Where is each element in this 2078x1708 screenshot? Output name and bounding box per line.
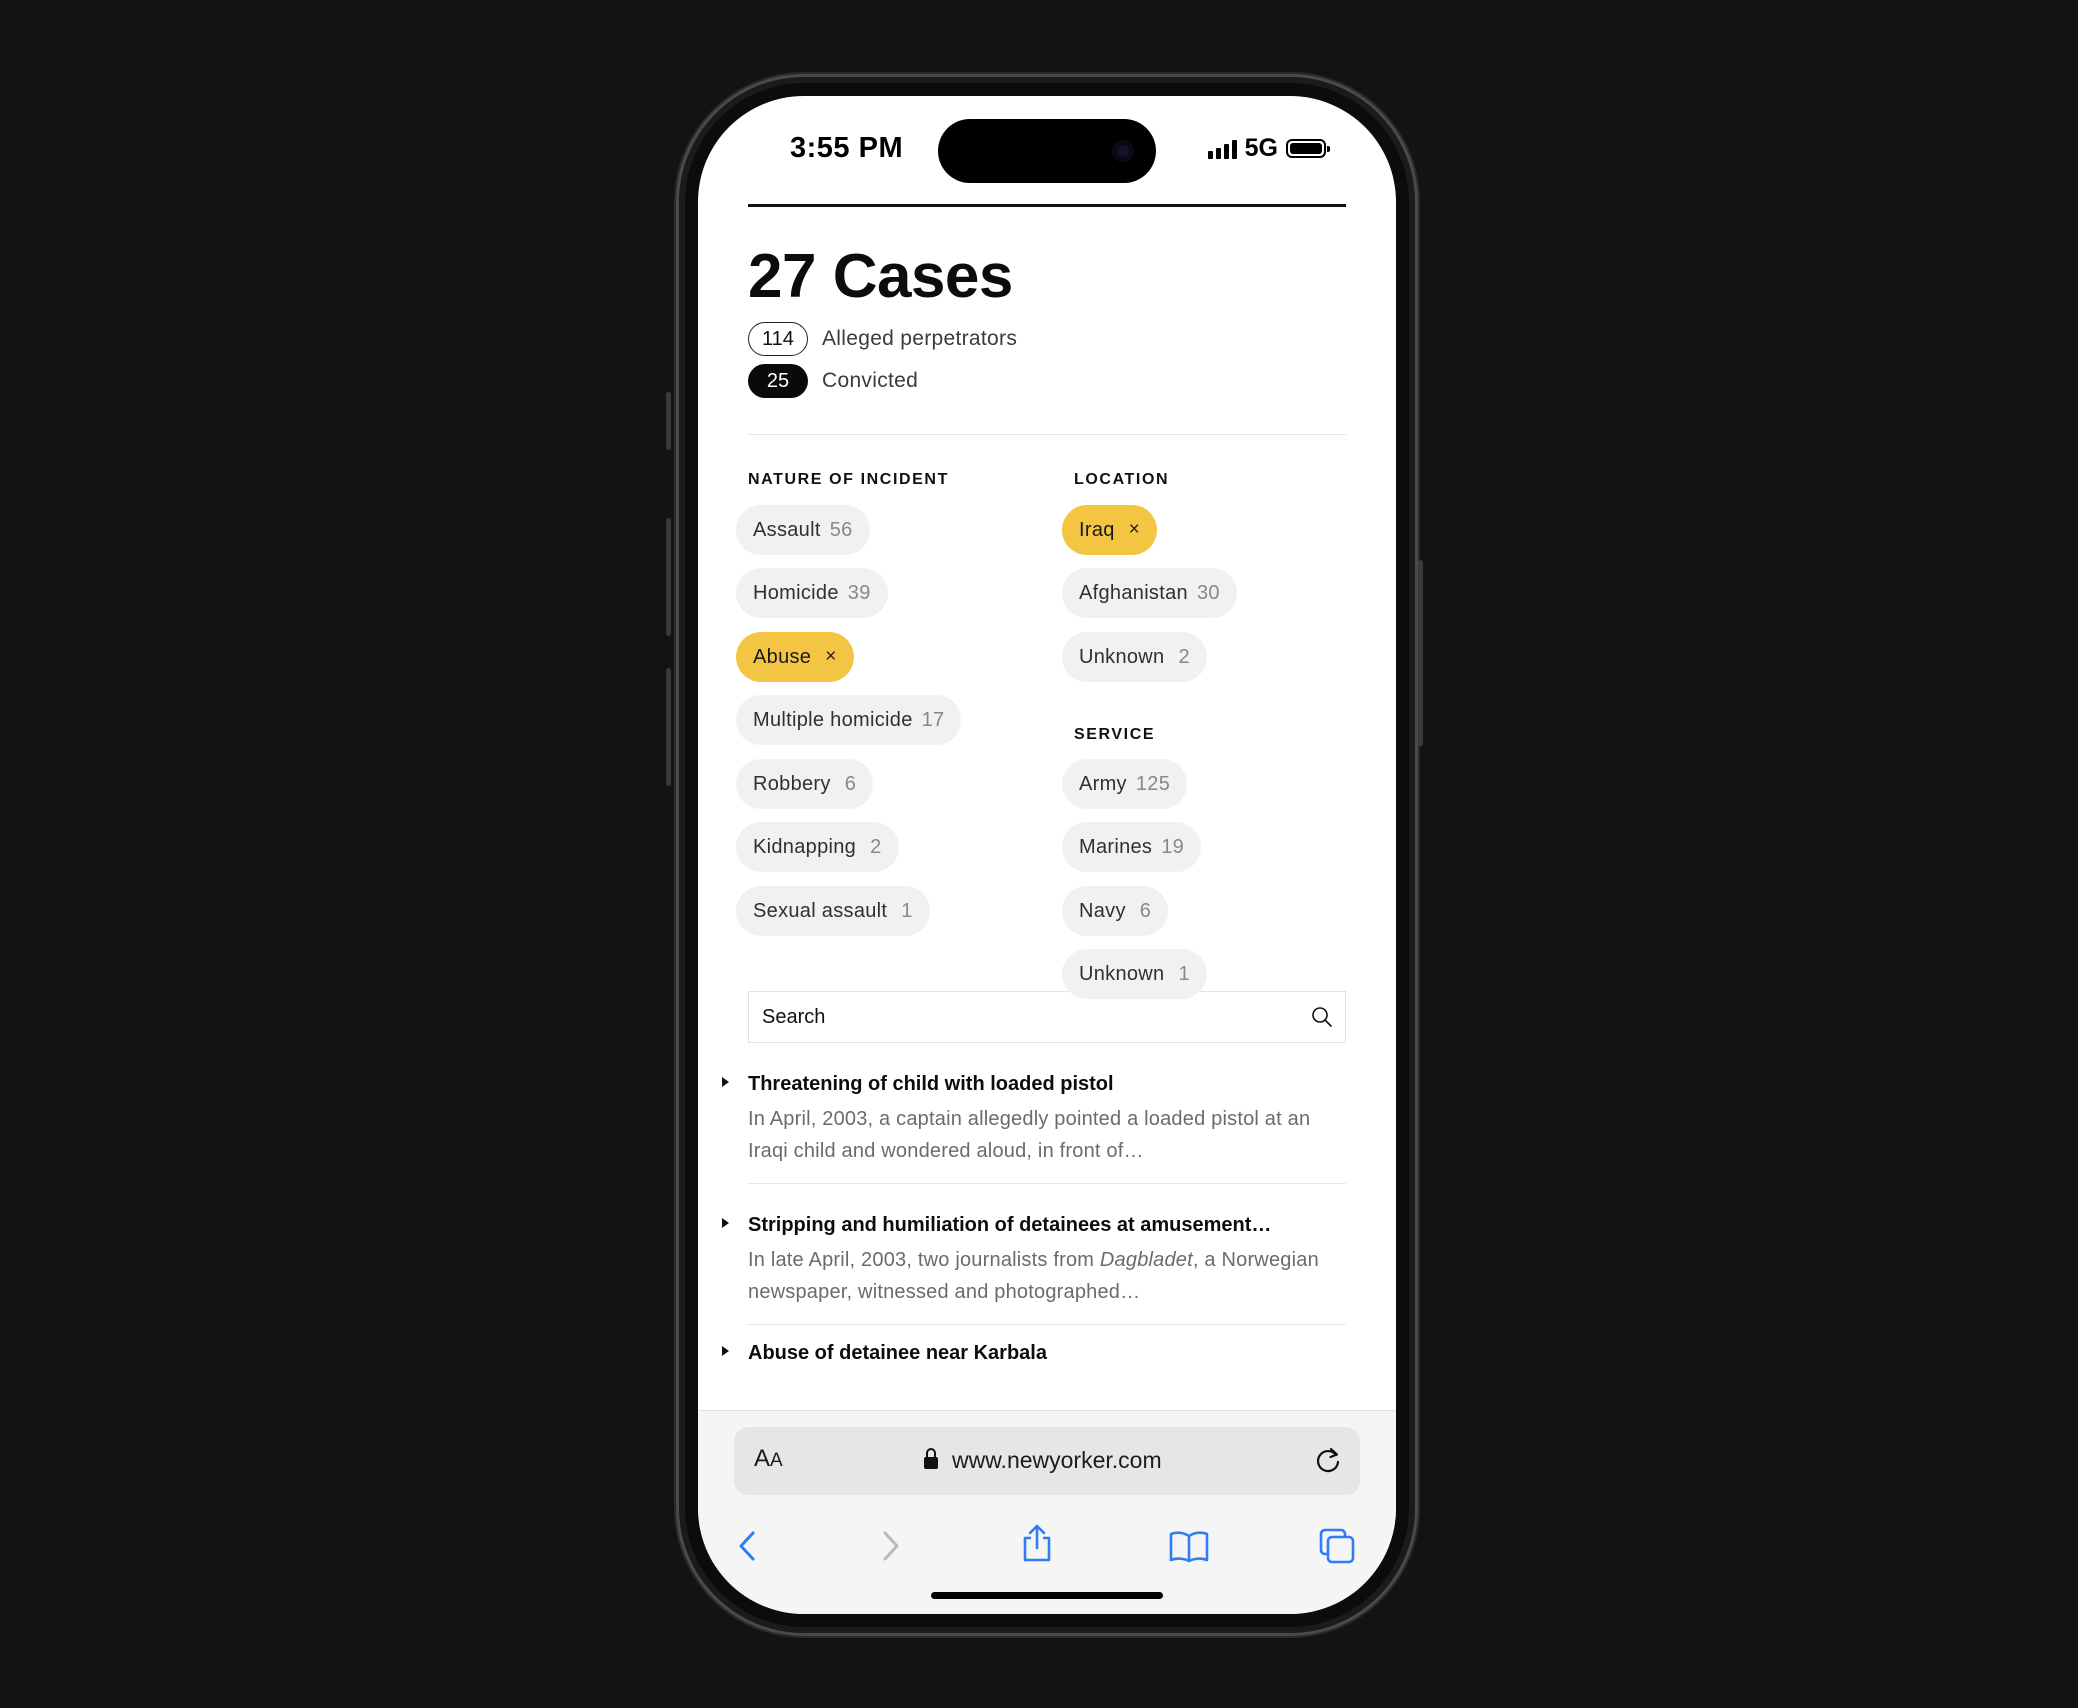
search-input[interactable]	[762, 1005, 1242, 1029]
chip-label: Homicide	[753, 581, 839, 604]
chip-count: 17	[921, 708, 945, 731]
url-text: www.newyorker.com	[952, 1447, 1162, 1473]
chip-marines[interactable]: Marines 19	[1062, 822, 1202, 872]
volume-down-button	[666, 668, 671, 786]
browser-chrome: AA www.newyorker.com	[698, 1410, 1396, 1614]
network-label: 5G	[1244, 134, 1278, 162]
dynamic-island	[938, 119, 1156, 183]
chip-count: 6	[844, 772, 857, 795]
text-size-button[interactable]: AA	[754, 1445, 783, 1473]
status-time: 3:55 PM	[790, 132, 904, 164]
share-icon[interactable]	[1020, 1523, 1054, 1563]
chip-label: Robbery	[753, 772, 831, 795]
address-bar[interactable]: AA www.newyorker.com	[734, 1427, 1360, 1495]
chip-label: Army	[1079, 772, 1127, 795]
chip-label: Iraq	[1079, 518, 1115, 541]
chip-count: 125	[1135, 772, 1171, 795]
chip-count: 2	[1178, 645, 1190, 668]
phone-screen: 3:55 PM 5G 27 Cases 114 Alleged perpetra…	[698, 96, 1396, 1614]
chip-count: 39	[847, 581, 871, 604]
chip-label: Unknown	[1079, 962, 1165, 985]
chip-count: 6	[1139, 899, 1152, 922]
case-title[interactable]: Abuse of detainee near Karbala	[748, 1340, 1346, 1366]
chip-location-unknown[interactable]: Unknown 2	[1062, 632, 1207, 682]
chip-count: 2	[870, 835, 882, 858]
chip-count: 19	[1161, 835, 1185, 858]
case-description: In April, 2003, a captain allegedly poin…	[748, 1108, 1311, 1162]
search-box	[748, 991, 1346, 1043]
case-title[interactable]: Stripping and humiliation of detainees a…	[748, 1212, 1346, 1238]
home-indicator	[931, 1592, 1163, 1599]
chip-count: 30	[1196, 581, 1220, 604]
chip-label: Unknown	[1079, 645, 1165, 668]
convicted-count-badge: 25	[748, 364, 808, 398]
stat-convicted: 25 Convicted	[748, 363, 1346, 399]
chip-label: Kidnapping	[753, 835, 857, 858]
case-item[interactable]: Threatening of child with loaded pistol …	[722, 1043, 1346, 1184]
nature-heading: NATURE OF INCIDENT	[748, 471, 949, 488]
alleged-label: Alleged perpetrators	[822, 327, 1018, 350]
back-icon[interactable]	[736, 1529, 760, 1563]
reload-icon[interactable]	[1314, 1446, 1342, 1476]
chip-sexual-assault[interactable]: Sexual assault 1	[736, 886, 930, 936]
tabs-icon[interactable]	[1318, 1527, 1356, 1565]
case-item[interactable]: Stripping and humiliation of detainees a…	[722, 1184, 1346, 1325]
chip-kidnapping[interactable]: Kidnapping 2	[736, 822, 899, 872]
search-icon[interactable]	[1311, 1006, 1333, 1028]
expand-arrow-icon[interactable]	[722, 1346, 729, 1356]
chip-label: Afghanistan	[1079, 581, 1188, 604]
convicted-label: Convicted	[822, 369, 919, 392]
chip-label: Multiple homicide	[753, 708, 913, 731]
chip-afghanistan[interactable]: Afghanistan 30	[1062, 568, 1237, 618]
service-heading: SERVICE	[1074, 726, 1156, 743]
chip-label: Abuse	[753, 645, 812, 668]
chip-service-unknown[interactable]: Unknown 1	[1062, 949, 1207, 999]
case-item[interactable]: Abuse of detainee near Karbala	[722, 1325, 1346, 1382]
bookmarks-icon[interactable]	[1168, 1529, 1210, 1563]
chip-count: 56	[829, 518, 853, 541]
action-button	[666, 392, 671, 450]
status-indicators: 5G	[1207, 134, 1330, 163]
chip-label: Assault	[753, 518, 821, 541]
chip-count: 1	[1178, 962, 1190, 985]
location-heading: LOCATION	[1074, 471, 1170, 488]
chip-count: 1	[901, 899, 913, 922]
chip-robbery[interactable]: Robbery 6	[736, 759, 874, 809]
battery-icon	[1286, 139, 1330, 158]
stat-alleged: 114 Alleged perpetrators	[748, 321, 1346, 357]
chip-multiple-homicide[interactable]: Multiple homicide 17	[736, 695, 962, 745]
chip-label: Marines	[1079, 835, 1153, 858]
chip-navy[interactable]: Navy 6	[1062, 886, 1169, 936]
expand-arrow-icon[interactable]	[722, 1218, 729, 1228]
top-rule	[748, 204, 1346, 207]
page-title: 27 Cases	[748, 242, 1013, 311]
chip-assault[interactable]: Assault 56	[736, 505, 870, 555]
case-description: In late April, 2003, two journalists fro…	[748, 1249, 1319, 1303]
alleged-count-badge: 114	[748, 322, 808, 356]
chip-label: Sexual assault	[753, 899, 888, 922]
expand-arrow-icon[interactable]	[722, 1077, 729, 1087]
filters-panel: NATURE OF INCIDENT Assault 56 Homicide 3…	[736, 435, 1346, 999]
chip-label: Navy	[1079, 899, 1126, 922]
remove-filter-icon[interactable]: ×	[825, 646, 836, 668]
volume-up-button	[666, 518, 671, 636]
camera-icon	[1112, 140, 1134, 162]
chip-army[interactable]: Army 125	[1062, 759, 1188, 809]
forward-icon[interactable]	[878, 1529, 902, 1563]
chip-abuse[interactable]: Abuse ×	[736, 632, 854, 682]
page-content: 27 Cases 114 Alleged perpetrators 25 Con…	[722, 204, 1346, 1382]
lock-icon	[924, 1448, 938, 1469]
remove-filter-icon[interactable]: ×	[1129, 519, 1140, 541]
url-display[interactable]: www.newyorker.com	[924, 1447, 1162, 1474]
power-button	[1418, 560, 1423, 746]
signal-icon	[1207, 139, 1237, 159]
case-title[interactable]: Threatening of child with loaded pistol	[748, 1071, 1346, 1097]
chip-iraq[interactable]: Iraq ×	[1062, 505, 1158, 555]
chip-homicide[interactable]: Homicide 39	[736, 568, 888, 618]
